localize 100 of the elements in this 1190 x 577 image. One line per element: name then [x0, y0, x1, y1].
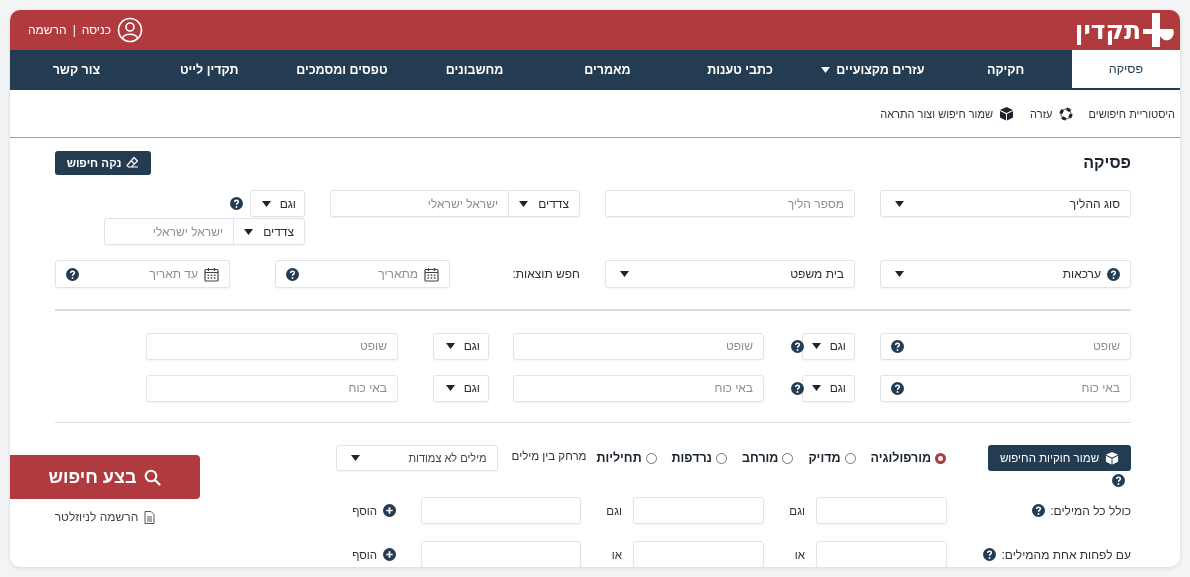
- help-icon[interactable]: [1112, 474, 1125, 487]
- help-icon[interactable]: [891, 339, 904, 353]
- lifebuoy-icon: [1058, 106, 1073, 121]
- dropdown[interactable]: ערכאות: [880, 260, 1131, 288]
- login-link[interactable]: כניסה: [81, 23, 111, 37]
- logo-icon: [1142, 12, 1174, 48]
- logo-text[interactable]: תקדין: [1074, 15, 1141, 45]
- radio-option[interactable]: מורחב: [742, 451, 794, 465]
- nav-tab[interactable]: מחשבונים: [408, 50, 541, 90]
- nav-tab[interactable]: עזרים מקצועיים: [806, 50, 940, 90]
- toolbar-link[interactable]: שמור חיפוש וצור התראה: [880, 106, 1015, 121]
- text-input[interactable]: שופט: [910, 339, 1120, 353]
- dropdown[interactable]: סוג ההליך: [880, 190, 1131, 217]
- input-field[interactable]: מספר הליך: [605, 190, 855, 217]
- field-label: חפש תוצאות:: [512, 267, 580, 281]
- input-field[interactable]: [633, 541, 764, 567]
- caret-icon: [350, 455, 360, 461]
- input-field[interactable]: באי כוח: [146, 374, 398, 402]
- help-icon[interactable]: [66, 267, 79, 281]
- nav-tab[interactable]: טפסים ומסמכים: [275, 50, 409, 90]
- caret-icon: [895, 271, 904, 277]
- user-icon[interactable]: [116, 17, 143, 43]
- register-link[interactable]: הרשמה: [28, 23, 67, 37]
- input-field[interactable]: [421, 497, 581, 524]
- input-field[interactable]: באי כוח: [513, 374, 764, 402]
- input-field[interactable]: [633, 497, 764, 524]
- caret-icon: [244, 228, 254, 235]
- parties-field[interactable]: צדדים ישראל ישראלי: [330, 190, 580, 217]
- radio-option[interactable]: מדויק: [808, 451, 856, 465]
- nav-tab[interactable]: צור קשר: [10, 50, 143, 90]
- field-label: עם לפחות אחת מהמילים:: [1001, 547, 1131, 562]
- caret-icon: [811, 385, 821, 391]
- box-icon: [999, 106, 1015, 121]
- parties-dropdown[interactable]: צדדים: [233, 219, 304, 244]
- eraser-icon: [126, 156, 140, 169]
- connector-label: או: [611, 548, 622, 561]
- document-icon: [144, 510, 156, 524]
- search-button[interactable]: בצע חיפוש: [10, 455, 200, 499]
- input-field[interactable]: באי כוח: [880, 374, 1131, 402]
- text-input[interactable]: באי כוח: [910, 381, 1120, 395]
- caret-icon: [811, 343, 821, 349]
- caret-icon: [620, 271, 629, 277]
- help-icon[interactable]: [983, 548, 997, 561]
- input-field[interactable]: שופט: [513, 332, 764, 360]
- nav-tab[interactable]: פסיקה: [1072, 50, 1180, 90]
- input-field[interactable]: [816, 497, 947, 524]
- nav-tab[interactable]: חקיקה: [939, 50, 1072, 90]
- dropdown[interactable]: בית משפט: [605, 260, 855, 288]
- help-icon[interactable]: [1107, 267, 1120, 281]
- input-field[interactable]: [816, 541, 947, 567]
- search-icon: [144, 468, 162, 486]
- plus-icon: [383, 504, 396, 517]
- help-icon[interactable]: [891, 381, 904, 395]
- help-icon[interactable]: [791, 339, 804, 353]
- caret-icon: [445, 385, 455, 391]
- save-rules-button[interactable]: שמור חוקיות החיפוש: [988, 445, 1131, 471]
- input-field[interactable]: ישראל ישראלי: [105, 219, 234, 244]
- operator-dropdown[interactable]: וגם: [802, 332, 855, 360]
- dropdown[interactable]: מילים לא צמודות: [335, 445, 498, 471]
- caret-icon: [519, 200, 529, 207]
- help-icon[interactable]: [791, 381, 804, 395]
- operator-dropdown[interactable]: וגם: [433, 332, 489, 360]
- date-input[interactable]: מתאריך: [305, 267, 418, 281]
- help-icon[interactable]: [286, 267, 299, 281]
- nav-tab[interactable]: תקדין לייט: [142, 50, 276, 90]
- section-title: פסיקה: [1083, 153, 1131, 172]
- parties-dropdown[interactable]: צדדים: [508, 191, 579, 216]
- toolbar-link[interactable]: היסטוריית חיפושים: [1088, 107, 1175, 120]
- nav-tab[interactable]: כתבי טענות: [673, 50, 807, 90]
- connector-label: וגם: [789, 504, 805, 517]
- parties-field[interactable]: צדדים ישראל ישראלי: [104, 218, 305, 245]
- date-input[interactable]: עד תאריך: [85, 267, 198, 281]
- connector-label: או: [794, 548, 805, 561]
- calendar-icon: [424, 266, 439, 282]
- date-field[interactable]: מתאריך: [275, 260, 450, 288]
- clear-search-button[interactable]: נקה חיפוש: [55, 150, 151, 175]
- plus-icon: [383, 548, 396, 561]
- help-icon[interactable]: [230, 197, 243, 210]
- radio-option[interactable]: מורפולוגיה: [870, 451, 946, 465]
- separator: |: [72, 23, 76, 37]
- field-label: מרחק בין מילים: [511, 449, 587, 464]
- field-label: כולל כל המילים:: [1050, 503, 1131, 518]
- input-field[interactable]: שופט: [146, 332, 398, 360]
- operator-dropdown[interactable]: וגם: [802, 374, 855, 402]
- input-field[interactable]: ישראל ישראלי: [331, 191, 509, 216]
- add-link[interactable]: הוסף: [352, 548, 396, 561]
- nav-tab[interactable]: מאמרים: [541, 50, 674, 90]
- date-field[interactable]: עד תאריך: [55, 260, 230, 288]
- toolbar-link[interactable]: עזרה: [1030, 106, 1073, 121]
- operator-dropdown[interactable]: וגם: [433, 374, 489, 402]
- input-field[interactable]: שופט: [880, 332, 1131, 360]
- operator-dropdown[interactable]: וגם: [250, 190, 305, 217]
- input-field[interactable]: [421, 541, 581, 567]
- help-icon[interactable]: [1032, 504, 1046, 517]
- radio-option[interactable]: תחיליות: [596, 451, 657, 465]
- caret-icon: [895, 200, 904, 207]
- newsletter-link[interactable]: הרשמה לניוזלטר: [54, 510, 156, 524]
- radio-option[interactable]: נרדפות: [671, 451, 727, 465]
- box-icon: [1105, 451, 1120, 465]
- add-link[interactable]: הוסף: [352, 504, 396, 517]
